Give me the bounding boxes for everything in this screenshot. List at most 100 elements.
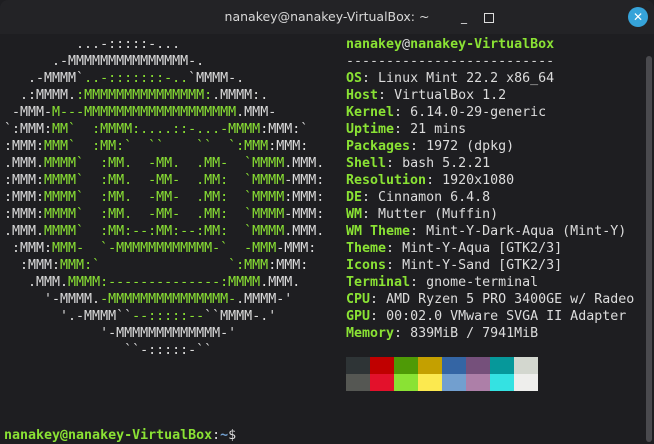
color-swatch — [394, 357, 418, 374]
logo-line: `:MMM:MM` :MMMM:....::-...-MMMM:MMM:` — [4, 121, 308, 138]
close-button[interactable]: ✕ — [628, 7, 648, 27]
info-value: AMD Ryzen 5 PRO 3400GE w/ Radeo — [386, 292, 635, 307]
color-swatch — [466, 357, 490, 374]
info-colon: : — [426, 173, 435, 188]
logo-segment: .MMM. — [284, 156, 325, 171]
logo-segment: MMMM` :MM. -MM- .MM: `MMMM — [44, 190, 285, 205]
scrollbar[interactable] — [646, 56, 652, 442]
logo-segment: MMMM` :MM. -MM. .MM- `MMMM — [44, 156, 285, 171]
info-row: Icons: Mint-Y-Sand [GTK2/3] — [346, 257, 562, 274]
terminal-area[interactable]: ...-:::::-... .-MMMMMMMMMMMMMMM-. .-MMMM… — [0, 34, 646, 444]
logo-segment: MMM` :MM:` `` `` `:MMM — [44, 139, 269, 154]
info-colon: : — [410, 139, 419, 154]
info-row: OS: Linux Mint 22.2 x86_64 — [346, 70, 554, 87]
logo-segment: `MMMM-. — [188, 71, 245, 86]
logo-segment: :MMM:` — [260, 122, 309, 137]
logo-segment: .MMMM-' — [236, 292, 293, 307]
logo-line: :MMM:MMM:` `:MMM:MMM: — [4, 257, 308, 274]
color-swatch — [514, 374, 538, 391]
minimize-button[interactable]: _ — [455, 8, 473, 26]
info-key: Host — [346, 88, 379, 103]
logo-segment: .-MMMMMMMMMMMMMMM-. — [4, 54, 205, 69]
logo-line: .:MMMM.:MMMMMMMMMMMMMMM:.MMMM:. — [4, 87, 268, 104]
info-key: Resolution — [346, 173, 427, 188]
logo-line: ...-:::::-... — [4, 36, 180, 53]
info-colon: : — [370, 292, 379, 307]
maximize-button[interactable] — [480, 8, 498, 26]
info-row: Packages: 1972 (dpkg) — [346, 138, 514, 155]
info-row: Memory: 839MiB / 7941MiB — [346, 325, 538, 342]
logo-segment: ...-:::::-... — [4, 37, 181, 52]
logo-segment: .-MMMM` — [4, 71, 85, 86]
info-row: WM Theme: Mint-Y-Dark-Aqua (Mint-Y) — [346, 223, 626, 240]
color-swatch — [466, 374, 490, 391]
prompt-symbol: $ — [228, 428, 237, 443]
logo-segment: .MMM- — [236, 105, 277, 120]
info-key: DE — [346, 190, 363, 205]
logo-segment: `:MMM: — [4, 122, 53, 137]
info-row: Uptime: 21 mins — [346, 121, 466, 138]
info-value: Mint-Y-Dark-Aqua (Mint-Y) — [426, 224, 627, 239]
logo-segment: --:::::-- — [132, 309, 205, 324]
logo-segment: :MMM: — [268, 258, 309, 273]
logo-segment: .MMM. — [260, 275, 301, 290]
logo-segment: ..-:::::::-.. — [84, 71, 189, 86]
prompt-user-host: nanakey@nanakey-VirtualBox — [4, 428, 213, 443]
logo-segment: .MMMM:. — [212, 88, 269, 103]
color-swatch — [418, 374, 442, 391]
logo-segment: :MMM: — [4, 207, 45, 222]
logo-segment: :MMMMMMMMMMMMMMM: — [76, 88, 213, 103]
prompt-colon: : — [212, 428, 221, 443]
info-key: Kernel — [346, 105, 395, 120]
prompt-path: ~ — [220, 428, 229, 443]
logo-segment: .MMM. — [284, 224, 325, 239]
color-swatch — [346, 374, 370, 391]
logo-line: :MMM:MMMM` :MM. -MM- .MM: `MMMM-MMM: — [4, 206, 324, 223]
logo-line: :MMM:MMM` :MM:` `` `` `:MMM:MMM: — [4, 138, 308, 155]
color-swatch — [490, 374, 514, 391]
color-swatch — [394, 374, 418, 391]
logo-segment: MMM:` `:MMM — [60, 258, 269, 273]
info-value: 6.14.0-29-generic — [410, 105, 547, 120]
info-colon: : — [362, 71, 371, 86]
maximize-icon — [484, 12, 494, 23]
info-row: DE: Cinnamon 6.4.8 — [346, 189, 490, 206]
info-row: CPU: AMD Ryzen 5 PRO 3400GE w/ Radeo — [346, 291, 634, 308]
info-row: Kernel: 6.14.0-29-generic — [346, 104, 546, 121]
info-key: WM — [346, 207, 363, 222]
info-key: Uptime — [346, 122, 395, 137]
color-swatch — [370, 374, 394, 391]
info-user: nanakey — [346, 37, 403, 52]
user-host-line: nanakey@nanakey-VirtualBox — [346, 36, 554, 53]
logo-line: .-MMMMMMMMMMMMMMM-. — [4, 53, 204, 70]
logo-segment: :MMM: — [4, 139, 45, 154]
color-swatch — [442, 374, 466, 391]
info-colon: : — [378, 88, 387, 103]
logo-line: -MMM-M---MMMMMMMMMMMMMMMMMMM.MMM- — [4, 104, 276, 121]
info-value: Mint-Y-Sand [GTK2/3] — [402, 258, 563, 273]
info-value: VirtualBox 1.2 — [394, 88, 507, 103]
logo-line: .MMM.MMMM` :MM. -MM. .MM- `MMMM.MMM. — [4, 155, 324, 172]
logo-segment: M---MMMMMMMMMMMMMMMMMMM — [52, 105, 237, 120]
info-key: WM Theme — [346, 224, 411, 239]
info-key: OS — [346, 71, 363, 86]
info-colon: : — [362, 190, 371, 205]
info-row: Theme: Mint-Y-Aqua [GTK2/3] — [346, 240, 562, 257]
info-value: Cinnamon 6.4.8 — [378, 190, 491, 205]
logo-segment: MMMM` :MM. -MM- .MM: `MMMM — [44, 207, 285, 222]
separator-line: -------------------------- — [346, 54, 555, 69]
info-colon: : — [386, 241, 395, 256]
shell-prompt[interactable]: nanakey@nanakey-VirtualBox:~$ — [4, 427, 236, 444]
logo-line: .MMM.MMMM` :MM:--:MM:--:MM: `MMMM.MMM. — [4, 223, 324, 240]
info-colon: : — [410, 275, 419, 290]
logo-segment: :MMM: — [4, 190, 45, 205]
info-colon: : — [394, 122, 403, 137]
logo-segment: :MMM: — [268, 139, 309, 154]
logo-line: '.-MMMM``--:::::--``MMMM-.' — [4, 308, 276, 325]
logo-segment: :MMM: — [4, 241, 53, 256]
logo-line: :MMM:MMMM` :MM. -MM- .MM: `MMMM-MMM: — [4, 172, 324, 189]
logo-segment: .MMM. — [4, 156, 45, 171]
info-value: Mint-Y-Aqua [GTK2/3] — [402, 241, 563, 256]
info-row: Host: VirtualBox 1.2 — [346, 87, 506, 104]
logo-segment: MM` :MMMM:....::-...-MMMM — [52, 122, 261, 137]
